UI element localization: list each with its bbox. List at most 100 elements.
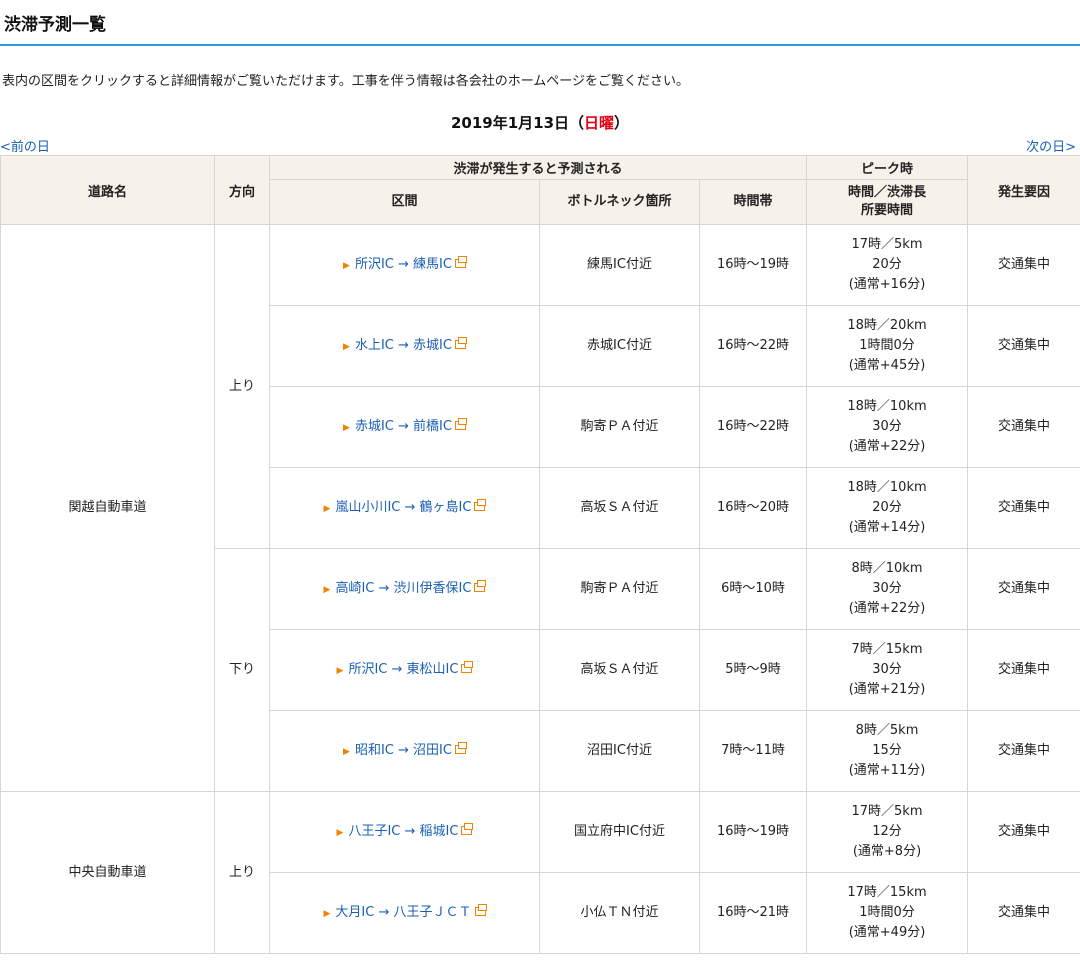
- peak-duration: 20分: [872, 500, 902, 515]
- new-window-icon[interactable]: [474, 903, 487, 916]
- peak-cell: 18時／20km 1時間0分 (通常+45分): [806, 305, 968, 387]
- section-link[interactable]: 嵐山小川IC → 鶴ヶ島IC: [335, 500, 471, 515]
- peak-vs-normal: (通常+8分): [852, 844, 922, 859]
- cause-cell: 交通集中: [967, 872, 1080, 954]
- table-body: 関越自動車道 上り ▶ 所沢IC → 練馬IC 練馬IC付近 16時〜19時 17時／5km…: [0, 224, 1080, 954]
- section-link[interactable]: 水上IC → 赤城IC: [355, 338, 452, 353]
- peak-duration: 30分: [872, 662, 902, 677]
- peak-vs-normal: (通常+22分): [848, 439, 926, 454]
- time-band-cell: 16時〜20時: [699, 467, 807, 549]
- bottleneck-cell: 高坂ＳＡ付近: [539, 629, 700, 711]
- peak-cell: 17時／5km 20分 (通常+16分): [806, 224, 968, 306]
- congestion-table: 道路名 方向 渋滞が発生すると予測される ピーク時 発生要因 区間 ボトルネック…: [0, 155, 1080, 954]
- section-cell: ▶ 八王子IC → 稲城IC: [269, 791, 540, 873]
- bottleneck-cell: 赤城IC付近: [539, 305, 700, 387]
- peak-cell: 8時／5km 15分 (通常+11分): [806, 710, 968, 792]
- section-link[interactable]: 八王子IC → 稲城IC: [348, 824, 458, 839]
- header-direction: 方向: [214, 155, 270, 225]
- section-cell: ▶ 所沢IC → 東松山IC: [269, 629, 540, 711]
- peak-duration: 15分: [872, 743, 902, 758]
- peak-vs-normal: (通常+16分): [848, 277, 926, 292]
- peak-length: 17時／15km: [847, 885, 927, 900]
- section-cell: ▶ 大月IC → 八王子ＪＣＴ: [269, 872, 540, 954]
- peak-duration: 30分: [872, 581, 902, 596]
- peak-cell: 17時／5km 12分 (通常+8分): [806, 791, 968, 873]
- cause-cell: 交通集中: [967, 629, 1080, 711]
- triangle-marker-icon: ▶: [343, 746, 350, 757]
- new-window-icon[interactable]: [454, 417, 467, 430]
- peak-duration: 12分: [872, 824, 902, 839]
- peak-length: 18時／10km: [847, 399, 927, 414]
- time-band-cell: 16時〜19時: [699, 224, 807, 306]
- peak-cell: 18時／10km 20分 (通常+14分): [806, 467, 968, 549]
- time-band-cell: 6時〜10時: [699, 548, 807, 630]
- prev-day-link[interactable]: <前の日: [0, 136, 50, 155]
- header-cause: 発生要因: [967, 155, 1080, 225]
- peak-length: 8時／10km: [851, 561, 923, 576]
- cause-cell: 交通集中: [967, 548, 1080, 630]
- section-cell: ▶ 赤城IC → 前橋IC: [269, 386, 540, 468]
- section-link[interactable]: 所沢IC → 東松山IC: [348, 662, 458, 677]
- intro-text: 表内の区間をクリックすると詳細情報がご覧いただけます。工事を伴う情報は各会社のホ…: [2, 74, 690, 89]
- direction-cell: 下り: [214, 548, 270, 792]
- section-link[interactable]: 所沢IC → 練馬IC: [355, 257, 452, 272]
- peak-vs-normal: (通常+22分): [848, 601, 926, 616]
- peak-length: 8時／5km: [855, 723, 919, 738]
- road-name-cell: 中央自動車道: [0, 791, 215, 954]
- peak-cell: 18時／10km 30分 (通常+22分): [806, 386, 968, 468]
- bottleneck-cell: 練馬IC付近: [539, 224, 700, 306]
- road-name-cell: 関越自動車道: [0, 224, 215, 792]
- next-day-link[interactable]: 次の日>: [1026, 136, 1076, 155]
- peak-vs-normal: (通常+21分): [848, 682, 926, 697]
- cause-cell: 交通集中: [967, 710, 1080, 792]
- table-header: 道路名 方向 渋滞が発生すると予測される ピーク時 発生要因 区間 ボトルネック…: [0, 155, 1080, 225]
- triangle-marker-icon: ▶: [336, 665, 344, 676]
- peak-duration: 30分: [872, 419, 902, 434]
- title-divider: [0, 44, 1080, 46]
- new-window-icon[interactable]: [474, 498, 487, 511]
- peak-length: 17時／5km: [851, 804, 923, 819]
- direction-cell: 上り: [214, 224, 270, 549]
- bottleneck-cell: 駒寄ＰＡ付近: [539, 548, 700, 630]
- section-link[interactable]: 昭和IC → 沼田IC: [355, 743, 452, 758]
- peak-cell: 8時／10km 30分 (通常+22分): [806, 548, 968, 630]
- section-cell: ▶ 水上IC → 赤城IC: [269, 305, 540, 387]
- peak-vs-normal: (通常+49分): [848, 925, 926, 940]
- new-window-icon[interactable]: [454, 741, 467, 754]
- new-window-icon[interactable]: [454, 336, 467, 349]
- triangle-marker-icon: ▶: [343, 422, 350, 433]
- peak-vs-normal: (通常+14分): [848, 520, 926, 535]
- header-section: 区間: [269, 179, 540, 225]
- triangle-marker-icon: ▶: [336, 827, 344, 838]
- date-heading: 2019年1月13日（日曜）: [0, 112, 1080, 133]
- bottleneck-cell: 沼田IC付近: [539, 710, 700, 792]
- time-band-cell: 16時〜21時: [699, 872, 807, 954]
- peak-length: 17時／5km: [851, 237, 923, 252]
- new-window-icon[interactable]: [461, 660, 474, 673]
- page: 渋滞予測一覧 表内の区間をクリックすると詳細情報がご覧いただけます。工事を伴う情…: [0, 0, 1080, 964]
- time-band-cell: 5時〜9時: [699, 629, 807, 711]
- peak-vs-normal: (通常+45分): [848, 358, 926, 373]
- new-window-icon[interactable]: [461, 822, 474, 835]
- table-row: 関越自動車道 上り ▶ 所沢IC → 練馬IC 練馬IC付近 16時〜19時 17時／5km…: [0, 224, 1080, 792]
- section-cell: ▶ 昭和IC → 沼田IC: [269, 710, 540, 792]
- cause-cell: 交通集中: [967, 305, 1080, 387]
- header-peak-sub: 時間／渋滞長 所要時間: [806, 179, 968, 225]
- cause-cell: 交通集中: [967, 467, 1080, 549]
- peak-vs-normal: (通常+11分): [848, 763, 926, 778]
- triangle-marker-icon: ▶: [343, 260, 350, 271]
- peak-duration: 1時間0分: [859, 338, 915, 353]
- triangle-marker-icon: ▶: [323, 503, 331, 514]
- header-predicted-group: 渋滞が発生すると予測される: [269, 155, 807, 180]
- header-bottleneck: ボトルネック箇所: [539, 179, 700, 225]
- section-link[interactable]: 大月IC → 八王子ＪＣＴ: [335, 905, 471, 920]
- new-window-icon[interactable]: [454, 255, 467, 268]
- table-row: 中央自動車道 上り ▶ 八王子IC → 稲城IC 国立府中IC付近 16時〜19時 17時／…: [0, 791, 1080, 954]
- page-title: 渋滞予測一覧: [4, 15, 106, 35]
- triangle-marker-icon: ▶: [323, 584, 331, 595]
- section-link[interactable]: 高崎IC → 渋川伊香保IC: [335, 581, 471, 596]
- header-peak-group: ピーク時: [806, 155, 968, 180]
- cause-cell: 交通集中: [967, 224, 1080, 306]
- new-window-icon[interactable]: [474, 579, 487, 592]
- section-link[interactable]: 赤城IC → 前橋IC: [355, 419, 452, 434]
